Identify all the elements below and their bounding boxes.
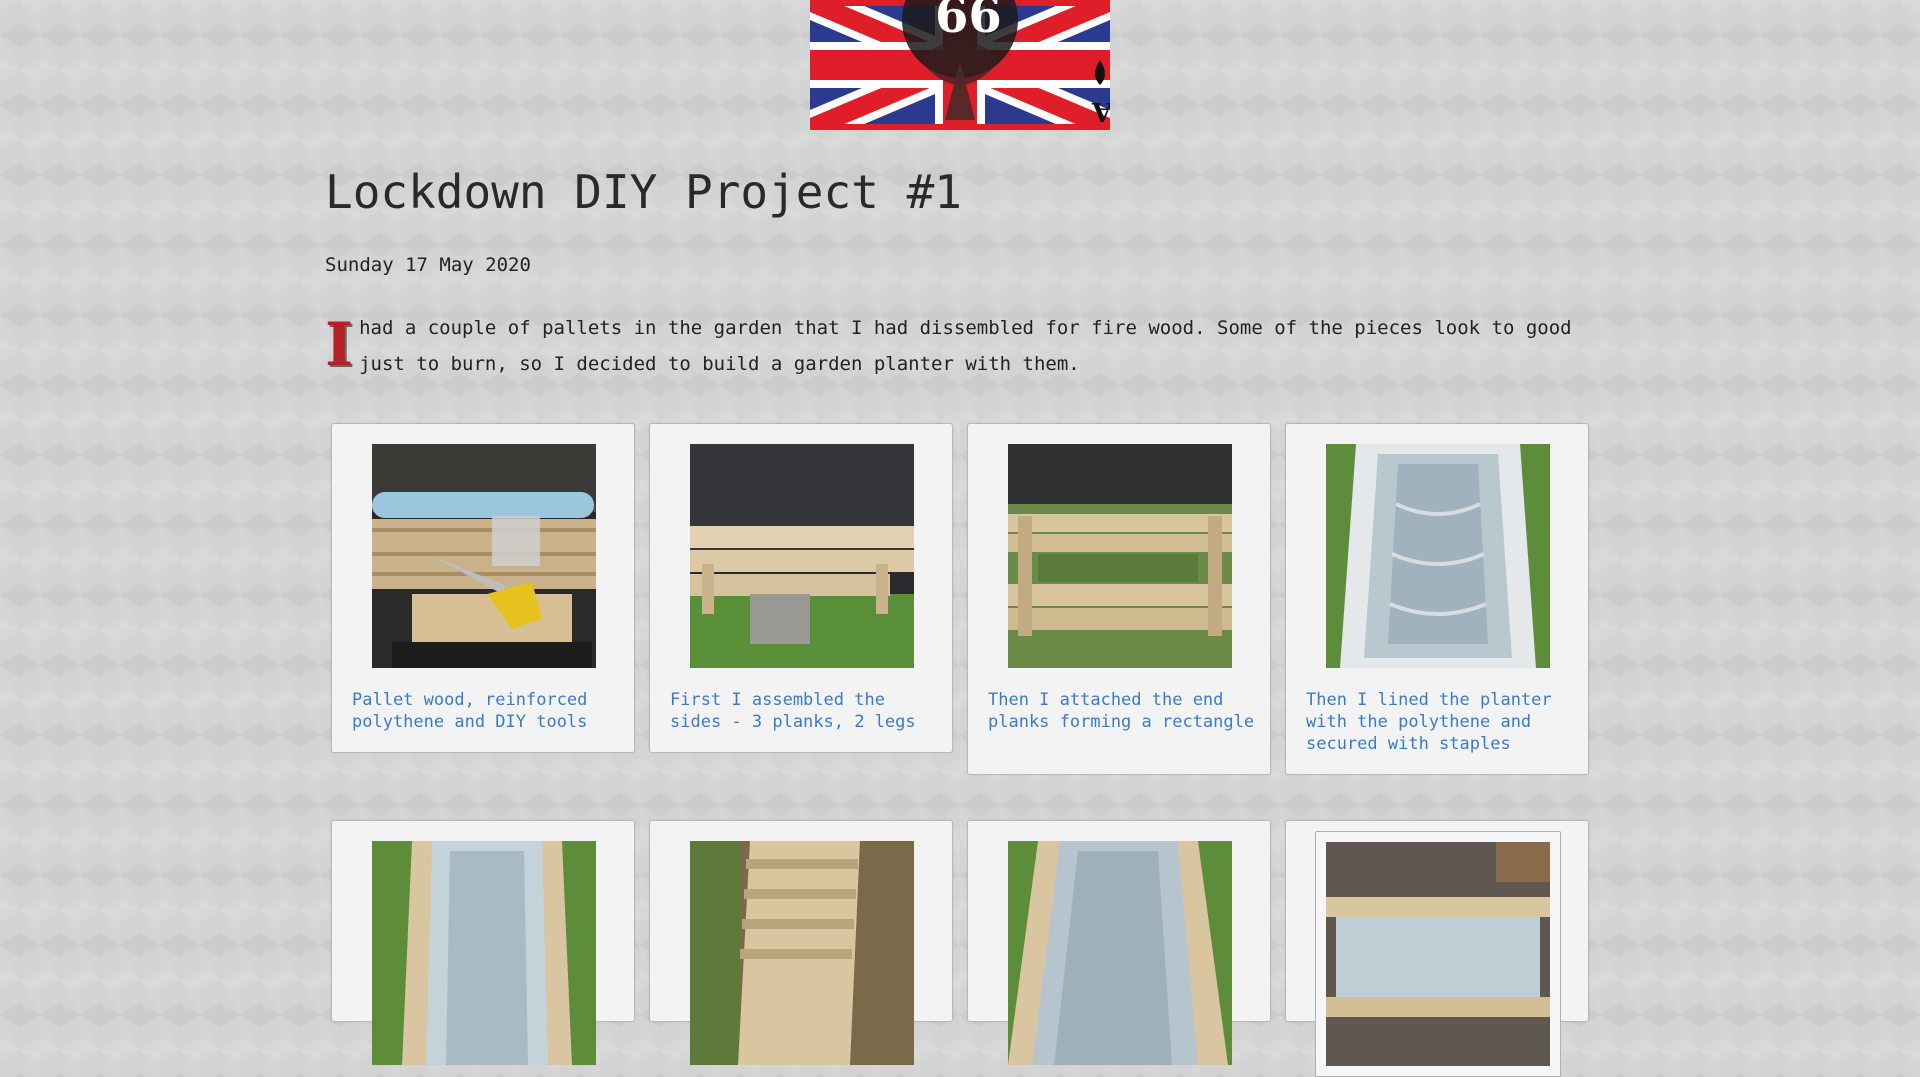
gallery-caption[interactable]: Then I attached the end planks forming a… xyxy=(988,689,1258,733)
gallery-card[interactable] xyxy=(1285,820,1589,1077)
gallery-photo-assembled-sides[interactable] xyxy=(690,444,914,668)
gallery-card[interactable]: First I assembled the sides - 3 planks, … xyxy=(649,423,953,753)
gallery-card[interactable] xyxy=(331,820,635,1065)
banner-badge-text: 66 xyxy=(935,0,1002,44)
post-intro: I had a couple of pallets in the garden … xyxy=(325,310,1595,382)
gallery-photo-planter-side-view[interactable] xyxy=(372,841,596,1065)
intro-text: had a couple of pallets in the garden th… xyxy=(359,317,1572,375)
gallery-photo-end-planks-rectangle[interactable] xyxy=(1008,444,1232,668)
post-date: Sunday 17 May 2020 xyxy=(325,254,531,276)
gallery-card[interactable]: Then I lined the planter with the polyth… xyxy=(1285,423,1589,775)
intro-dropcap: I xyxy=(325,310,354,380)
gallery-card[interactable] xyxy=(649,820,953,1065)
gallery-photo-lined-polythene[interactable] xyxy=(1326,444,1550,668)
gallery-photo-planter-in-place[interactable] xyxy=(1315,831,1561,1077)
gallery-photo-planter-lined-angle[interactable] xyxy=(1008,841,1232,1065)
gallery-card[interactable]: Pallet wood, reinforced polythene and DI… xyxy=(331,423,635,753)
gallery-caption[interactable]: Then I lined the planter with the polyth… xyxy=(1306,689,1576,755)
post-title: Lockdown DIY Project #1 xyxy=(325,165,962,219)
banner-corner-text: A xyxy=(1092,96,1110,126)
gallery-card[interactable]: Then I attached the end planks forming a… xyxy=(967,423,1271,775)
gallery-card[interactable] xyxy=(967,820,1271,1065)
site-banner-flag[interactable]: 66 A xyxy=(810,0,1110,130)
gallery-caption[interactable]: Pallet wood, reinforced polythene and DI… xyxy=(352,689,622,733)
gallery-photo-planter-slats[interactable] xyxy=(690,841,914,1065)
gallery-caption[interactable]: First I assembled the sides - 3 planks, … xyxy=(670,689,940,733)
gallery-photo-pallet-wood-tools[interactable] xyxy=(372,444,596,668)
